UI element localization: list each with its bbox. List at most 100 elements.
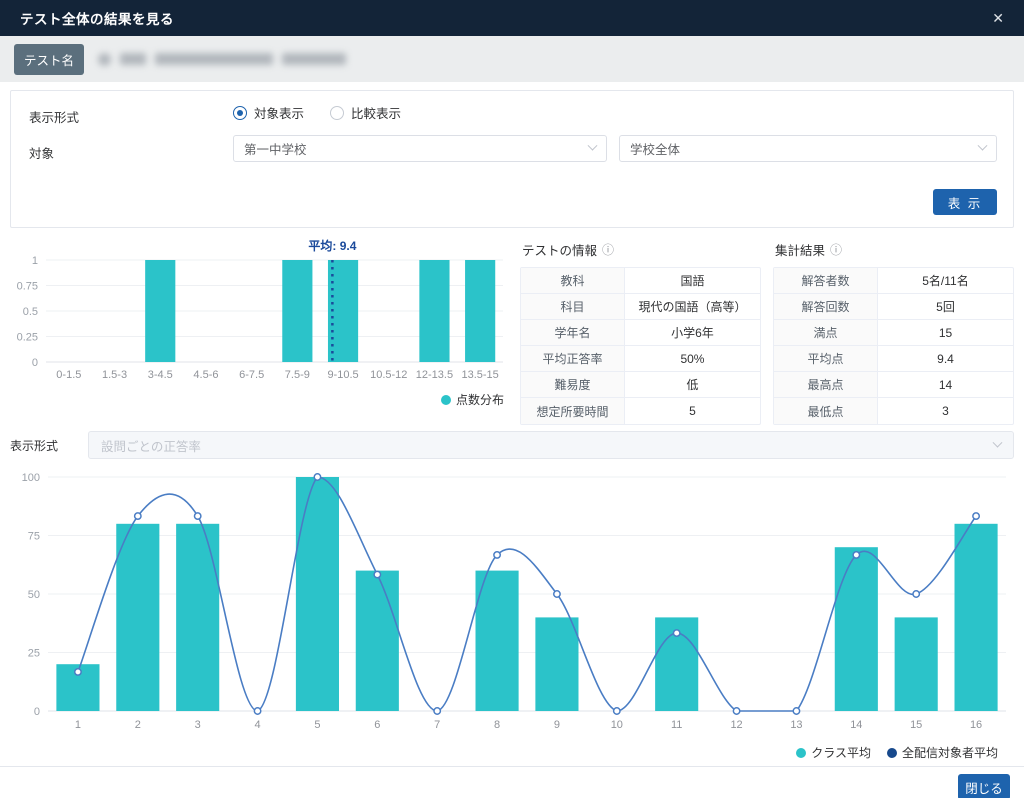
info-icon[interactable]: ⓘ [830,241,842,258]
table-row: 教科国語 [521,268,760,294]
svg-text:3: 3 [195,719,201,731]
test-name-badge: テスト名 [14,44,84,75]
table-row-value: 50% [625,346,760,371]
table-row-label: 教科 [521,268,625,293]
table-row: 満点15 [774,320,1013,346]
table-row-label: 解答者数 [774,268,878,293]
close-icon[interactable]: ✕ [992,11,1004,25]
table-row-value: 14 [878,372,1013,397]
question-rate-select-value: 設問ごとの正答率 [101,436,201,455]
svg-text:10.5-12: 10.5-12 [370,369,407,381]
modal-title: テスト全体の結果を見る [20,8,174,28]
chevron-down-icon [993,437,1003,447]
aggregate-table: 解答者数5名/11名解答回数5回満点15平均点9.4最高点14最低点3 [773,267,1014,425]
table-row-value: 国語 [625,268,760,293]
svg-text:9: 9 [554,719,560,731]
svg-text:0.75: 0.75 [17,281,38,293]
school-select[interactable]: 第一中学校 [233,135,607,162]
school-select-value: 第一中学校 [244,139,307,158]
score-distribution-svg: 00.250.50.7510-1.51.5-33-4.54.5-66-7.57.… [10,234,507,386]
svg-text:50: 50 [28,589,40,601]
svg-text:75: 75 [28,531,40,543]
filter-panel: 表示形式 対象表示 比較表示 対象 第一中学校 学校全体 表 示 [10,90,1014,228]
test-info-table: 教科国語科目現代の国語（高等）学年名小学6年平均正答率50%難易度低想定所要時間… [520,267,761,425]
table-row-value: 5回 [878,294,1013,319]
svg-text:9-10.5: 9-10.5 [327,369,358,381]
table-row-label: 科目 [521,294,625,319]
modal-footer: 閉じる [0,766,1024,798]
svg-text:4: 4 [255,719,261,731]
svg-text:6: 6 [374,719,380,731]
table-row-label: 想定所要時間 [521,398,625,424]
aggregate-panel: 集計結果 ⓘ 解答者数5名/11名解答回数5回満点15平均点9.4最高点14最低… [773,234,1014,425]
table-row: 平均点9.4 [774,346,1013,372]
legend-label: 全配信対象者平均 [902,744,998,761]
legend-item: 点数分布 [441,391,504,408]
svg-text:0: 0 [32,357,38,369]
test-info-title: テストの情報 [522,240,597,259]
modal-header: テスト全体の結果を見る ✕ [0,0,1024,36]
table-row: 解答回数5回 [774,294,1013,320]
table-row-label: 平均正答率 [521,346,625,371]
legend-item: クラス平均 [796,744,871,761]
table-row: 想定所要時間5 [521,398,760,424]
question-rate-select[interactable]: 設問ごとの正答率 [88,431,1014,459]
chevron-down-icon [588,141,598,151]
info-icon[interactable]: ⓘ [602,241,614,258]
legend-dot-icon [441,395,451,405]
table-row: 平均正答率50% [521,346,760,372]
aggregate-title: 集計結果 [775,240,825,259]
svg-text:0.5: 0.5 [23,306,38,318]
chevron-down-icon [978,141,988,151]
table-row: 学年名小学6年 [521,320,760,346]
svg-text:0.25: 0.25 [17,332,38,344]
close-button[interactable]: 閉じる [958,774,1010,798]
svg-text:0-1.5: 0-1.5 [56,369,81,381]
test-info-panel: テストの情報 ⓘ 教科国語科目現代の国語（高等）学年名小学6年平均正答率50%難… [520,234,761,425]
svg-text:12-13.5: 12-13.5 [416,369,453,381]
question-rate-row: 表示形式 設問ごとの正答率 [0,425,1024,463]
legend-item: 全配信対象者平均 [887,744,998,761]
table-row-label: 学年名 [521,320,625,345]
radio-unselected-icon [330,106,344,120]
table-row-value: 5名/11名 [878,268,1013,293]
table-row: 最高点14 [774,372,1013,398]
svg-text:2: 2 [135,719,141,731]
test-name-bar: テスト名 [0,36,1024,82]
radio-target-display[interactable]: 対象表示 [233,103,304,122]
display-format-radio-group: 対象表示 比較表示 [233,103,427,122]
blurred-icon [98,53,111,66]
table-row-value: 低 [625,372,760,397]
question-rate-svg: 025507510012345678910111213141516 [10,463,1014,739]
svg-text:8: 8 [494,719,500,731]
show-button[interactable]: 表 示 [933,189,997,215]
test-name-blurred [98,53,346,66]
table-row-value: 9.4 [878,346,1013,371]
svg-text:7.5-9: 7.5-9 [285,369,310,381]
svg-text:12: 12 [730,719,742,731]
table-row-label: 難易度 [521,372,625,397]
svg-text:14: 14 [850,719,862,731]
display-format-label: 表示形式 [29,107,79,126]
svg-text:1: 1 [32,255,38,267]
legend-label: 点数分布 [456,391,504,408]
svg-text:100: 100 [22,472,40,484]
svg-text:10: 10 [611,719,623,731]
table-row-label: 最低点 [774,398,878,424]
radio-selected-icon [233,106,247,120]
svg-text:3-4.5: 3-4.5 [148,369,173,381]
svg-text:16: 16 [970,719,982,731]
legend-dot-icon [796,748,806,758]
scope-select[interactable]: 学校全体 [619,135,997,162]
score-distribution-chart: 00.250.50.7510-1.51.5-33-4.54.5-66-7.57.… [10,234,508,425]
svg-text:5: 5 [314,719,320,731]
question-rate-legend: クラス平均 全配信対象者平均 [10,744,1014,761]
table-row-value: 3 [878,398,1013,424]
table-row-value: 15 [878,320,1013,345]
table-row-label: 解答回数 [774,294,878,319]
table-row-value: 5 [625,398,760,424]
table-row: 最低点3 [774,398,1013,424]
radio-target-label: 対象表示 [254,103,304,122]
legend-label: クラス平均 [811,744,871,761]
radio-compare-display[interactable]: 比較表示 [330,103,401,122]
